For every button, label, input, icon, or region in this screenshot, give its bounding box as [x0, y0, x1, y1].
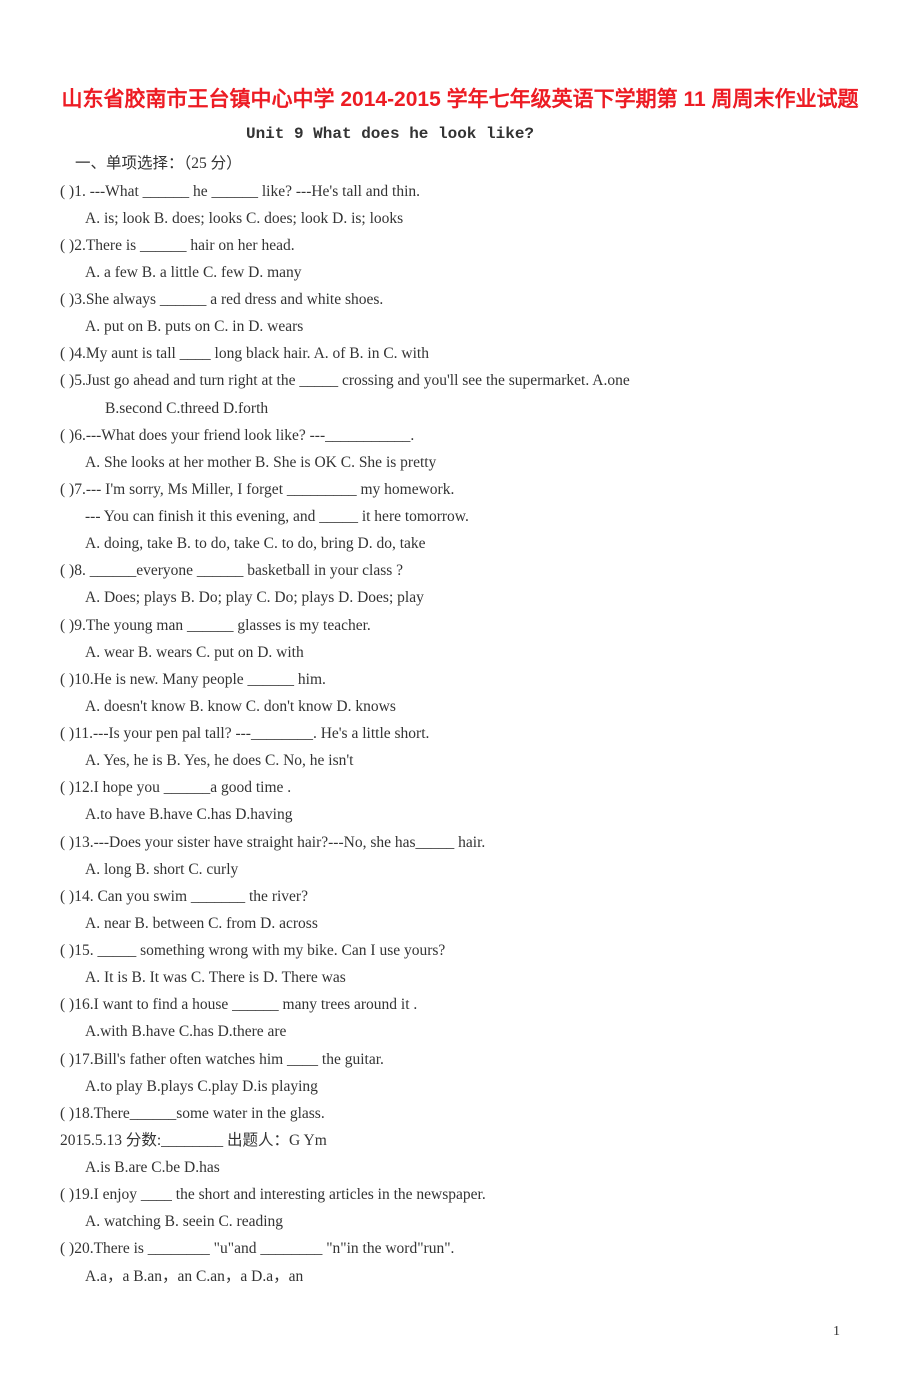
- options-11: A. Yes, he is B. Yes, he does C. No, he …: [85, 747, 860, 774]
- options-18: A.is B.are C.be D.has: [85, 1154, 860, 1181]
- options-17: A.to play B.plays C.play D.is playing: [85, 1073, 860, 1100]
- unit-subtitle: Unit 9 What does he look like?: [0, 120, 860, 148]
- question-19: ( )19.I enjoy ____ the short and interes…: [60, 1181, 860, 1208]
- options-1: A. is; look B. does; looks C. does; look…: [85, 205, 860, 232]
- options-20: A.a，a B.an，an C.an，a D.a，an: [85, 1263, 860, 1290]
- options-13: A. long B. short C. curly: [85, 856, 860, 883]
- options-5: B.second C.threed D.forth: [105, 395, 860, 422]
- options-7: A. doing, take B. to do, take C. to do, …: [85, 530, 860, 557]
- section-label: 一、单项选择：（25 分）: [75, 150, 860, 177]
- page-number: 1: [60, 1320, 860, 1345]
- question-1: ( )1. ---What ______ he ______ like? ---…: [60, 178, 860, 205]
- question-18: ( )18.There______some water in the glass…: [60, 1100, 860, 1127]
- question-7: ( )7.--- I'm sorry, Ms Miller, I forget …: [60, 476, 860, 503]
- question-3: ( )3.She always ______ a red dress and w…: [60, 286, 860, 313]
- options-12: A.to have B.have C.has D.having: [85, 801, 860, 828]
- question-10: ( )10.He is new. Many people ______ him.: [60, 666, 860, 693]
- question-5: ( )5.Just go ahead and turn right at the…: [60, 367, 860, 394]
- options-16: A.with B.have C.has D.there are: [85, 1018, 860, 1045]
- options-15: A. It is B. It was C. There is D. There …: [85, 964, 860, 991]
- options-10: A. doesn't know B. know C. don't know D.…: [85, 693, 860, 720]
- options-3: A. put on B. puts on C. in D. wears: [85, 313, 860, 340]
- options-6: A. She looks at her mother B. She is OK …: [85, 449, 860, 476]
- options-14: A. near B. between C. from D. across: [85, 910, 860, 937]
- question-4: ( )4.My aunt is tall ____ long black hai…: [60, 340, 860, 367]
- question-7-line2: --- You can finish it this evening, and …: [85, 503, 860, 530]
- options-9: A. wear B. wears C. put on D. with: [85, 639, 860, 666]
- options-19: A. watching B. seein C. reading: [85, 1208, 860, 1235]
- question-2: ( )2.There is ______ hair on her head.: [60, 232, 860, 259]
- question-16: ( )16.I want to find a house ______ many…: [60, 991, 860, 1018]
- question-6: ( )6.---What does your friend look like?…: [60, 422, 860, 449]
- question-15: ( )15. _____ something wrong with my bik…: [60, 937, 860, 964]
- question-14: ( )14. Can you swim _______ the river?: [60, 883, 860, 910]
- options-2: A. a few B. a little C. few D. many: [85, 259, 860, 286]
- question-17: ( )17.Bill's father often watches him __…: [60, 1046, 860, 1073]
- question-8: ( )8. ______everyone ______ basketball i…: [60, 557, 860, 584]
- question-12: ( )12.I hope you ______a good time .: [60, 774, 860, 801]
- question-9: ( )9.The young man ______ glasses is my …: [60, 612, 860, 639]
- question-13: ( )13.---Does your sister have straight …: [60, 829, 860, 856]
- document-title: 山东省胶南市王台镇中心中学 2014-2015 学年七年级英语下学期第 11 周…: [60, 85, 860, 114]
- exam-info: 2015.5.13 分数:________ 出题人：G Ym: [60, 1127, 860, 1154]
- question-20: ( )20.There is ________ "u"and ________ …: [60, 1235, 860, 1262]
- question-11: ( )11.---Is your pen pal tall? ---______…: [60, 720, 860, 747]
- options-8: A. Does; plays B. Do; play C. Do; plays …: [85, 584, 860, 611]
